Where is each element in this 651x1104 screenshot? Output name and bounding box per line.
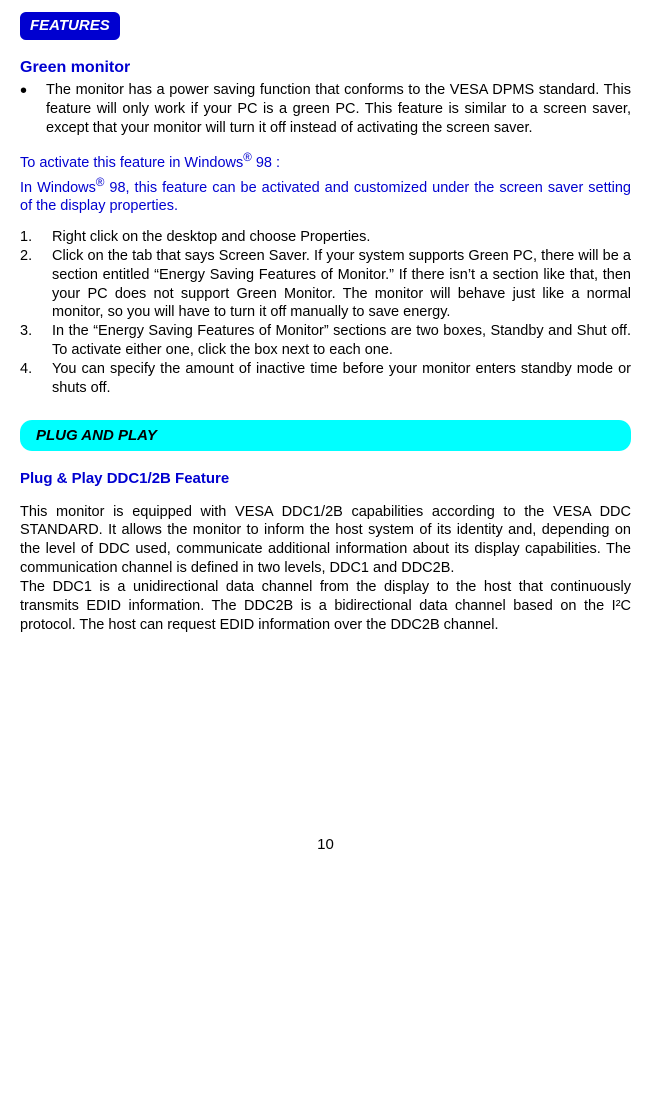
list-item: Click on the tab that says Screen Saver.… [20, 247, 631, 322]
bullet-icon: • [20, 81, 46, 138]
ddc-heading: Plug & Play DDC1/2B Feature [20, 469, 631, 489]
page-number: 10 [20, 835, 631, 855]
ddc-paragraph-1: This monitor is equipped with VESA DDC1/… [20, 503, 631, 578]
green-monitor-heading: Green monitor [20, 58, 631, 79]
activate-lead-pre: To activate this feature in Windows [20, 155, 243, 171]
activate-feature-lead: To activate this feature in Windows® 98 … [20, 150, 631, 173]
activate-lead-post: 98 : [252, 155, 280, 171]
activate-feature-body: In Windows® 98, this feature can be acti… [20, 175, 631, 217]
list-item: In the “Energy Saving Features of Monito… [20, 322, 631, 360]
activate-body-post: 98, this feature can be activated and cu… [20, 179, 631, 214]
ddc-paragraph-2: The DDC1 is a unidirectional data channe… [20, 578, 631, 635]
activate-body-pre: In Windows [20, 179, 96, 195]
plug-and-play-banner: PLUG AND PLAY [20, 420, 631, 452]
list-item: You can specify the amount of inactive t… [20, 360, 631, 398]
steps-list: Right click on the desktop and choose Pr… [20, 228, 631, 398]
registered-icon: ® [243, 151, 252, 164]
features-badge: FEATURES [20, 12, 120, 40]
green-monitor-text: The monitor has a power saving function … [46, 81, 631, 138]
list-item: Right click on the desktop and choose Pr… [20, 228, 631, 247]
green-monitor-bullet: • The monitor has a power saving functio… [20, 81, 631, 138]
